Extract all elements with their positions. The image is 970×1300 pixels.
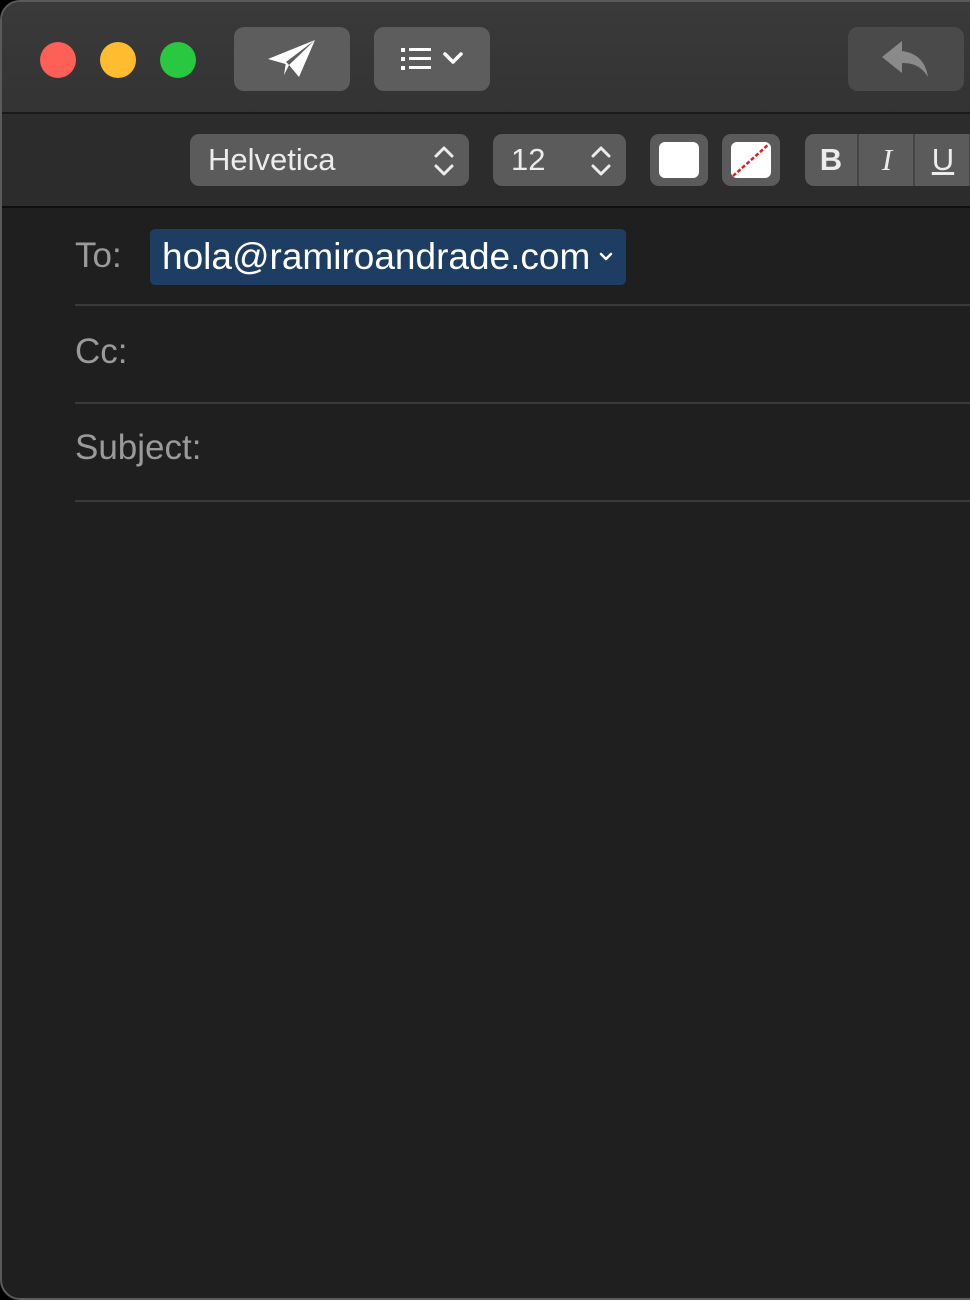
font-size-value: 12 bbox=[511, 142, 546, 177]
no-background-color-swatch bbox=[731, 142, 771, 178]
cc-field-row[interactable]: Cc: bbox=[75, 306, 970, 404]
subject-field-row[interactable]: Subject: bbox=[75, 404, 970, 502]
chevron-down-icon[interactable] bbox=[598, 251, 614, 263]
reply-arrow-icon bbox=[882, 41, 928, 77]
title-bar bbox=[2, 2, 970, 114]
send-button[interactable] bbox=[234, 27, 350, 91]
list-format-icon bbox=[401, 48, 463, 70]
italic-button[interactable]: I bbox=[861, 134, 915, 186]
to-field-row[interactable]: To: hola@ramiroandrade.com bbox=[75, 208, 970, 306]
text-color-well[interactable] bbox=[650, 134, 708, 186]
message-body[interactable] bbox=[2, 502, 970, 1298]
subject-label: Subject: bbox=[75, 428, 202, 467]
up-down-chevron-icon bbox=[591, 146, 611, 176]
text-style-group: B I U bbox=[805, 134, 970, 186]
text-color-swatch bbox=[659, 142, 699, 178]
close-window-button[interactable] bbox=[40, 42, 76, 78]
background-color-well[interactable] bbox=[722, 134, 780, 186]
compose-window: Helvetica 12 B I U To: hola@ramiroandrad… bbox=[0, 0, 970, 1300]
up-down-chevron-icon bbox=[434, 146, 454, 176]
zoom-window-button[interactable] bbox=[160, 42, 196, 78]
recipient-token[interactable]: hola@ramiroandrade.com bbox=[150, 229, 627, 285]
font-size-popup[interactable]: 12 bbox=[493, 134, 626, 186]
to-label: To: bbox=[75, 236, 122, 275]
cc-label: Cc: bbox=[75, 332, 128, 371]
underline-button[interactable]: U bbox=[917, 134, 970, 186]
format-menu-button[interactable] bbox=[374, 27, 490, 91]
font-family-popup[interactable]: Helvetica bbox=[190, 134, 469, 186]
paper-plane-icon bbox=[268, 40, 315, 77]
font-family-value: Helvetica bbox=[208, 142, 336, 177]
reply-button[interactable] bbox=[848, 27, 964, 91]
bold-button[interactable]: B bbox=[805, 134, 859, 186]
recipient-address: hola@ramiroandrade.com bbox=[162, 236, 591, 277]
minimize-window-button[interactable] bbox=[100, 42, 136, 78]
